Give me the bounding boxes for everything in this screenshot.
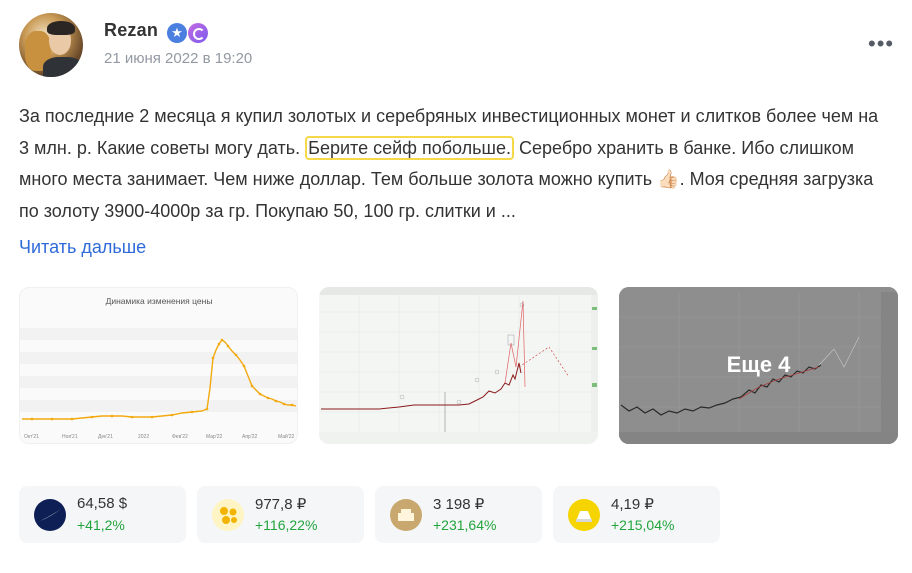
more-images-label: Еще 4 (726, 351, 791, 377)
chart1-x-label: Дек'21 (98, 434, 113, 440)
asset-card-silver[interactable]: 4,19 ₽ +215,04% (553, 486, 720, 543)
asset-price: 4,19 ₽ (611, 496, 654, 513)
gold-bar-icon (390, 499, 422, 531)
post-date: 21 июня 2022 в 19:20 (104, 50, 253, 67)
asset-card-palladium[interactable]: 977,8 ₽ +116,22% (197, 486, 364, 543)
asset-card-usd[interactable]: 64,58 $ +41,2% (19, 486, 186, 543)
gallery-image-more[interactable]: Еще 4 (619, 287, 898, 444)
author-name[interactable]: Rezan (104, 20, 158, 41)
author-avatar[interactable] (19, 13, 83, 77)
chart1-title: Динамика изменения цены (106, 296, 213, 306)
palladium-icon (212, 499, 244, 531)
chart1-x-label: 2022 (138, 434, 149, 440)
gallery-image-trading-chart[interactable] (319, 287, 598, 444)
highlighted-text: Берите сейф побольше. (305, 135, 514, 160)
asset-price: 977,8 ₽ (255, 496, 307, 513)
asset-change: +215,04% (611, 517, 675, 533)
chart1-x-label: Окт'21 (24, 434, 39, 440)
chart1-x-label: Мар'22 (206, 434, 223, 440)
chart1-x-label: Фев'22 (172, 434, 188, 440)
chart1-x-label: Май'22 (278, 433, 295, 440)
chart1-x-label: Апр'22 (242, 434, 258, 440)
post-text: За последние 2 месяца я купил золотых и … (19, 101, 879, 227)
more-options-icon[interactable]: ••• (868, 33, 894, 55)
asset-card-gold[interactable]: 3 198 ₽ +231,64% (375, 486, 542, 543)
premium-badge-icon (188, 23, 208, 43)
avatar-shirt (43, 57, 83, 77)
asset-change: +231,64% (433, 517, 497, 533)
avatar-hair (47, 21, 75, 35)
verified-star-icon: ★ (167, 23, 187, 43)
read-more-link[interactable]: Читать дальше (19, 237, 146, 258)
asset-change: +41,2% (77, 517, 125, 533)
silver-bar-icon (568, 499, 600, 531)
chart1-x-label: Ноя'21 (62, 434, 78, 440)
asset-price: 3 198 ₽ (433, 496, 485, 513)
gallery-image-price-chart[interactable]: Динамика изменения цены Окт'21 Ноя'21 Де… (19, 287, 298, 444)
us-dollar-icon (34, 499, 66, 531)
asset-change: +116,22% (255, 517, 318, 533)
asset-price: 64,58 $ (77, 495, 128, 512)
